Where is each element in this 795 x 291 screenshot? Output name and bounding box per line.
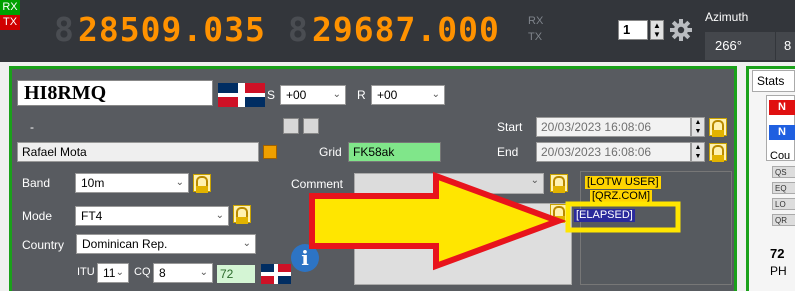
country-label: Country — [22, 238, 65, 252]
vfo-spin-buttons[interactable]: ▲ ▼ — [650, 20, 664, 40]
azimuth-label: Azimuth — [705, 10, 749, 24]
rx-frequency-ghost-digit: 8 — [54, 10, 75, 49]
start-lock-icon[interactable] — [709, 118, 727, 137]
tag-qrz-com[interactable]: [QRZ.COM] — [590, 190, 653, 203]
mode-label: Mode — [22, 209, 53, 223]
end-lock-icon[interactable] — [709, 143, 727, 162]
stats-red-chip: N — [769, 100, 795, 115]
stats-button-4[interactable]: QR — [772, 214, 795, 226]
itu-select[interactable]: 11 ⌄ — [97, 263, 129, 283]
comment-lock-icon[interactable] — [550, 174, 568, 193]
end-spin[interactable]: ▲ ▼ — [691, 142, 705, 162]
band-lock-icon[interactable] — [193, 174, 211, 193]
azimuth-value: 266° — [705, 32, 775, 60]
stats-button-2[interactable]: EQ — [772, 182, 795, 194]
mode-select[interactable]: FT4 ⌄ — [75, 206, 229, 226]
side-tx-label: TX — [528, 31, 543, 43]
end-datetime-input[interactable]: 20/03/2023 16:08:06 — [536, 142, 691, 162]
grid-input[interactable]: FK58ak — [348, 142, 441, 162]
comment-input[interactable]: ⌄ — [354, 173, 544, 194]
notes-lock-icon[interactable] — [550, 204, 568, 223]
tx-frequency-ghost-digit: 8 — [288, 10, 309, 49]
dominican-flag-icon — [218, 83, 265, 107]
tab-stats[interactable]: Stats — [752, 70, 795, 92]
gear-icon[interactable] — [669, 18, 693, 42]
start-spin[interactable]: ▲ ▼ — [691, 117, 705, 137]
toggle-box-2[interactable] — [303, 118, 319, 134]
tag-elapsed[interactable]: [ELAPSED] — [574, 209, 635, 222]
end-label: End — [497, 145, 519, 159]
r-report-select[interactable]: +00 ⌄ — [371, 85, 445, 105]
stats-button-1[interactable]: QS — [772, 166, 795, 178]
grid-label: Grid — [319, 145, 342, 159]
notes-textbox[interactable] — [354, 203, 572, 285]
comment-label: Comment — [291, 177, 344, 191]
stats-button-3[interactable]: LO — [772, 198, 795, 210]
dxcc-number: 72 — [217, 265, 255, 283]
dash-label: - — [30, 120, 34, 134]
rx-indicator[interactable]: RX — [0, 0, 20, 15]
rx-frequency-display[interactable]: 28509.035 — [78, 12, 266, 48]
s-report-select[interactable]: +00 ⌄ — [280, 85, 346, 105]
itu-label: ITU — [77, 266, 95, 278]
mode-lock-icon[interactable] — [233, 205, 251, 224]
stats-number: 72 — [770, 246, 785, 261]
toggle-box-1[interactable] — [283, 118, 299, 134]
info-icon[interactable]: i — [291, 244, 319, 272]
tag-lotw-user[interactable]: [LOTW USER] — [585, 176, 661, 189]
country-select[interactable]: Dominican Rep. ⌄ — [76, 234, 256, 254]
small-dominican-flag-icon — [261, 264, 291, 284]
address-book-icon[interactable] — [263, 145, 277, 159]
azimuth-value-2: 8 — [776, 32, 795, 60]
cq-label: CQ — [134, 266, 151, 278]
r-report-label: R — [357, 88, 366, 102]
stats-ph-label: PH — [770, 264, 787, 278]
frequency-bar: RX TX 8 28509.035 8 29687.000 RX TX 1 ▲ ▼… — [0, 0, 795, 62]
band-select[interactable]: 10m ⌄ — [75, 173, 189, 193]
cq-select[interactable]: 8 ⌄ — [153, 263, 213, 283]
tx-indicator[interactable]: TX — [0, 15, 20, 30]
stats-blue-chip: N — [769, 125, 795, 140]
tx-frequency-display[interactable]: 29687.000 — [312, 12, 500, 48]
name-input[interactable]: Rafael Mota — [17, 142, 259, 162]
side-rx-label: RX — [528, 15, 544, 27]
callsign-input[interactable]: HI8RMQ — [17, 80, 213, 106]
stats-cou-label: Cou — [770, 150, 791, 162]
start-datetime-input[interactable]: 20/03/2023 16:08:06 — [536, 117, 691, 137]
band-label: Band — [22, 176, 51, 190]
s-report-label: S — [267, 88, 276, 102]
vfo-spin-input[interactable]: 1 — [618, 20, 648, 40]
start-label: Start — [497, 120, 523, 134]
